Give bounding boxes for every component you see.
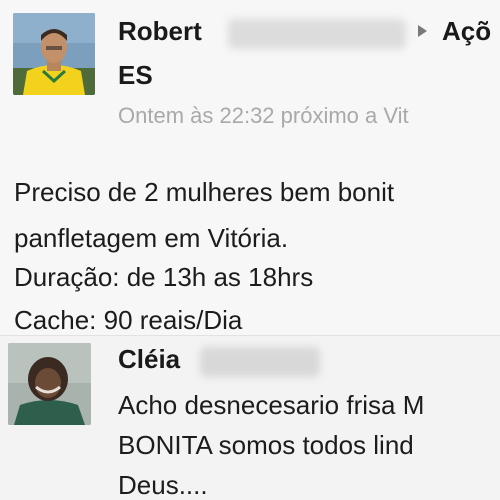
- post-body-line: Preciso de 2 mulheres bem bonit: [14, 177, 395, 207]
- comment-body-line: BONITA somos todos lind: [118, 430, 414, 460]
- cleia-avatar-image: [8, 343, 91, 425]
- post-body-line: Cache: 90 reais/Dia: [14, 305, 243, 335]
- right-triangle-icon: [418, 25, 427, 37]
- post-author-name[interactable]: Robert: [118, 16, 202, 47]
- post-body-line: Duração: de 13h as 18hrs: [14, 262, 314, 292]
- comment-body-line: Acho desnecesario frisa M: [118, 390, 425, 420]
- comment-body-line: Deus....: [118, 470, 208, 500]
- redacted-surname: [200, 347, 320, 377]
- robert-avatar-image: [13, 13, 95, 95]
- redacted-surname: [228, 19, 406, 49]
- post-body-line: panfletagem em Vitória.: [14, 223, 289, 253]
- post-target-name[interactable]: Açõ: [442, 16, 491, 47]
- robert-avatar[interactable]: [13, 13, 95, 95]
- comment-author-name[interactable]: Cléia: [118, 344, 180, 375]
- post-target-name-continued[interactable]: ES: [118, 60, 153, 91]
- cleia-avatar[interactable]: [8, 343, 91, 425]
- facebook-feed-screenshot: Robert Açõ ES Ontem às 22:32 próximo a V…: [0, 0, 500, 500]
- post: Robert Açõ ES Ontem às 22:32 próximo a V…: [0, 0, 500, 340]
- post-timestamp[interactable]: Ontem às 22:32 próximo a Vit: [118, 103, 409, 129]
